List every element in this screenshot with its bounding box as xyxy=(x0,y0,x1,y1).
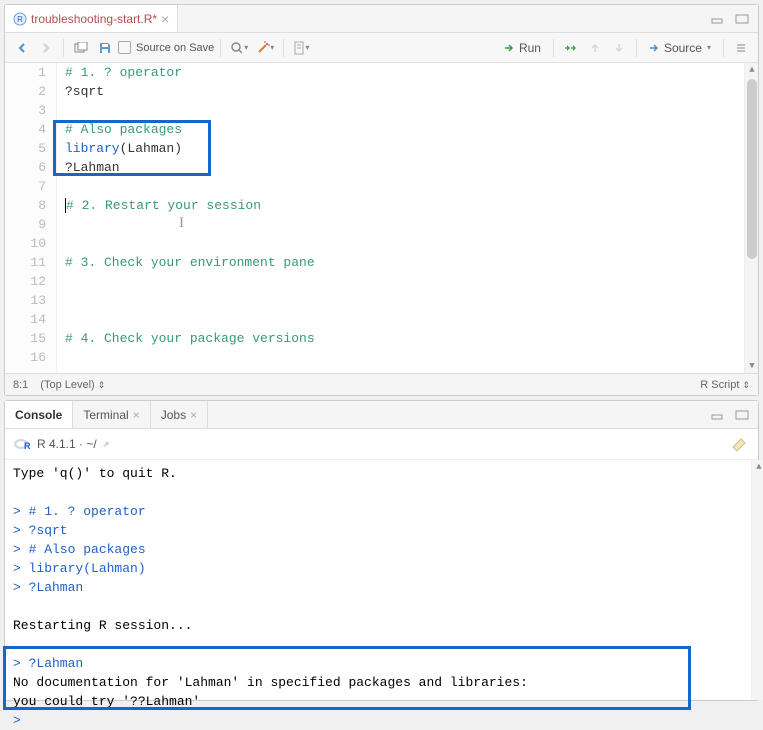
code-line[interactable] xyxy=(65,234,744,253)
rerun-icon[interactable] xyxy=(560,37,582,59)
code-line[interactable]: # Also packages xyxy=(65,120,744,139)
console-line: > ?sqrt xyxy=(13,521,750,540)
scope-selector[interactable]: (Top Level) ⇕ xyxy=(40,379,105,391)
console-line: Type 'q()' to quit R. xyxy=(13,464,750,483)
console-tab-bar: ConsoleTerminal×Jobs× xyxy=(5,401,758,429)
r-file-icon: R xyxy=(13,12,27,26)
code-line[interactable] xyxy=(65,272,744,291)
console-info-bar: R R 4.1.1 · ~/ ⇗ xyxy=(5,429,758,460)
wand-icon[interactable]: ▾ xyxy=(253,37,277,59)
source-button[interactable]: Source ▾ xyxy=(643,39,717,57)
code-line[interactable]: # 2. Restart your session xyxy=(65,196,744,215)
code-area[interactable]: # 1. ? operator?sqrt # Also packageslibra… xyxy=(57,63,744,373)
source-on-save-label: Source on Save xyxy=(136,42,214,54)
line-gutter: 12345678910111213141516 xyxy=(5,63,57,373)
console-line: No documentation for 'Lahman' in specifi… xyxy=(13,673,750,692)
source-on-save-checkbox[interactable] xyxy=(118,41,131,54)
console-line xyxy=(13,635,750,654)
close-icon[interactable]: × xyxy=(133,408,140,422)
r-logo-icon: R xyxy=(13,437,31,451)
window-maximize-icon[interactable] xyxy=(732,404,754,426)
console-output[interactable]: Type 'q()' to quit R. > # 1. ? operator>… xyxy=(5,460,758,700)
editor-toolbar: Source on Save ▾ ▾ ▾ Run Source ▾ xyxy=(5,33,758,63)
save-icon[interactable] xyxy=(94,37,116,59)
console-line: > # Also packages xyxy=(13,540,750,559)
console-line: > ?Lahman xyxy=(13,578,750,597)
editor-pane: R troubleshooting-start.R* × Source on S… xyxy=(4,4,759,396)
language-selector[interactable]: R Script ⇕ xyxy=(700,379,750,391)
text-cursor-icon: I xyxy=(179,214,184,233)
code-line[interactable] xyxy=(65,310,744,329)
window-minimize-icon[interactable] xyxy=(708,8,730,30)
console-line: you could try '??Lahman' xyxy=(13,692,750,711)
find-icon[interactable]: ▾ xyxy=(227,37,251,59)
editor-scrollbar[interactable]: ▲ ▼ xyxy=(744,63,758,373)
console-dropdown-icon[interactable]: ⇗ xyxy=(103,440,110,449)
go-up-icon[interactable] xyxy=(584,37,606,59)
svg-text:R: R xyxy=(24,441,31,451)
console-line: > library(Lahman) xyxy=(13,559,750,578)
tab-filename: troubleshooting-start.R* xyxy=(31,12,157,26)
code-line[interactable]: # 4. Check your package versions xyxy=(65,329,744,348)
window-maximize-icon[interactable] xyxy=(732,8,754,30)
console-tab-terminal[interactable]: Terminal× xyxy=(73,401,150,428)
code-line[interactable] xyxy=(65,177,744,196)
go-down-icon[interactable] xyxy=(608,37,630,59)
code-line[interactable] xyxy=(65,291,744,310)
code-editor[interactable]: 12345678910111213141516 # 1. ? operator?… xyxy=(5,63,758,373)
code-line[interactable]: # 1. ? operator xyxy=(65,63,744,82)
code-line[interactable] xyxy=(65,101,744,120)
console-line: > ?Lahman xyxy=(13,654,750,673)
code-line[interactable]: # 3. Check your environment pane xyxy=(65,253,744,272)
console-tab-jobs[interactable]: Jobs× xyxy=(151,401,208,428)
code-line[interactable] xyxy=(65,215,744,234)
scroll-up-icon[interactable]: ▲ xyxy=(745,63,759,77)
scroll-thumb[interactable] xyxy=(747,79,757,259)
console-line: > # 1. ? operator xyxy=(13,502,750,521)
clear-console-icon[interactable] xyxy=(728,433,750,455)
scroll-up-icon[interactable]: ▲ xyxy=(752,460,763,474)
console-tab-console[interactable]: Console xyxy=(5,401,73,428)
svg-text:R: R xyxy=(17,15,23,24)
run-button[interactable]: Run xyxy=(498,39,547,57)
close-icon[interactable]: × xyxy=(190,408,197,422)
show-in-new-window-icon[interactable] xyxy=(70,37,92,59)
outline-icon[interactable] xyxy=(730,37,752,59)
editor-status-bar: 8:1 (Top Level) ⇕ R Script ⇕ xyxy=(5,373,758,395)
code-line[interactable]: ?sqrt xyxy=(65,82,744,101)
r-version-label: R 4.1.1 · ~/ xyxy=(37,437,97,451)
console-pane: ConsoleTerminal×Jobs× R R 4.1.1 · ~/ ⇗ T… xyxy=(4,400,759,701)
back-icon[interactable] xyxy=(11,37,33,59)
notebook-icon[interactable]: ▾ xyxy=(290,37,312,59)
editor-tab-bar: R troubleshooting-start.R* × xyxy=(5,5,758,33)
code-line[interactable]: ?Lahman xyxy=(65,158,744,177)
code-line[interactable] xyxy=(65,348,744,367)
close-icon[interactable]: × xyxy=(161,11,169,27)
scroll-down-icon[interactable]: ▼ xyxy=(745,359,759,373)
console-line xyxy=(13,597,750,616)
console-line: Restarting R session... xyxy=(13,616,750,635)
cursor-position: 8:1 xyxy=(13,379,28,391)
console-line: > xyxy=(13,711,750,730)
file-tab[interactable]: R troubleshooting-start.R* × xyxy=(5,5,178,32)
console-line xyxy=(13,483,750,502)
window-minimize-icon[interactable] xyxy=(708,404,730,426)
console-scrollbar[interactable]: ▲ xyxy=(751,460,763,700)
forward-icon[interactable] xyxy=(35,37,57,59)
code-line[interactable]: library(Lahman) xyxy=(65,139,744,158)
